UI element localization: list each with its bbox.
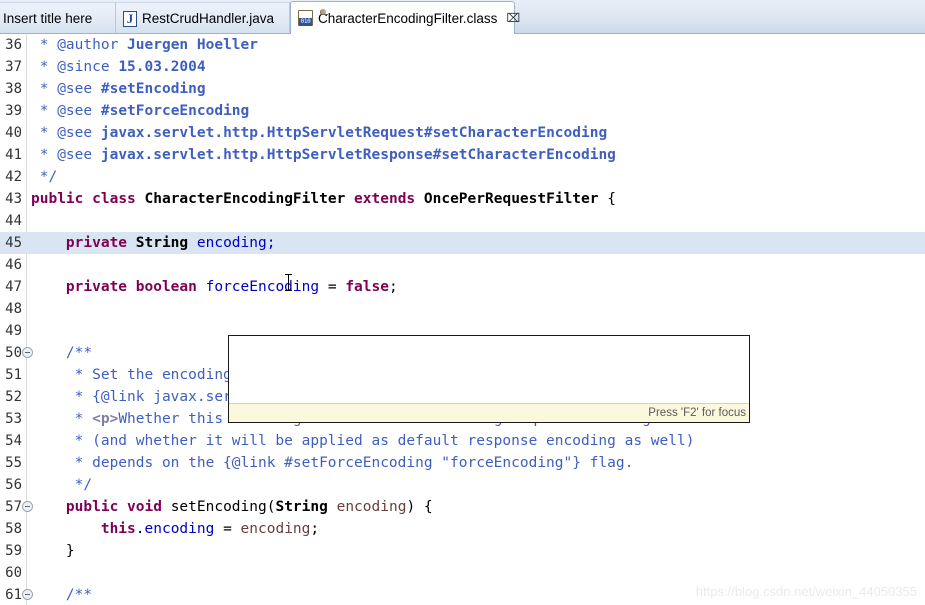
editor-tab-2[interactable]: 010 CharacterEncodingFilter.class ⌧ [290,1,520,34]
code-line-text: * @since 15.03.2004 [31,59,206,75]
line-number: 36 [5,37,22,53]
tab-label: RestCrudHandler.java [142,11,275,26]
eclipse-editor-window: Insert title here RestCrudHandler.java 010… [0,0,925,605]
code-line-text: */ [31,169,58,185]
class-file-icon: 010 [298,9,328,26]
code-line[interactable]: 47 private boolean forceEncoding = false… [0,276,925,298]
line-number: 37 [5,59,22,75]
editor-tab-bar: Insert title here RestCrudHandler.java 010… [0,0,925,34]
code-line[interactable]: 36 * @author Juergen Hoeller [0,34,925,56]
code-editor[interactable]: 36 * @author Juergen Hoeller 37 * @since … [0,34,925,605]
code-line-text: /** [31,587,93,603]
code-line[interactable]: 42 */ [0,166,925,188]
watermark-text: https://blog.csdn.net/weixin_44050355 [695,584,917,599]
code-line-text: * @see javax.servlet.http.HttpServletReq… [31,125,608,141]
code-line[interactable]: 60 [0,562,925,584]
code-line[interactable]: 38 * @see #setEncoding [0,78,925,100]
code-line-text: * @see #setEncoding [31,81,206,97]
code-line-text: * @see #setForceEncoding [31,103,250,119]
line-number: 50 [5,345,22,361]
line-number: 55 [5,455,22,471]
line-number: 54 [5,433,22,449]
code-line[interactable]: 45 private String encoding; [0,232,925,254]
close-icon[interactable]: ⌧ [506,12,520,24]
editor-tab-1[interactable]: RestCrudHandler.java [116,2,290,34]
line-number: 43 [5,191,22,207]
line-number: 60 [5,565,22,581]
line-number: 39 [5,103,22,119]
code-line-text: this.encoding = encoding; [100,521,320,537]
code-line-text: */ [31,477,93,493]
code-line-text: public void setEncoding(String encoding)… [65,499,433,515]
code-line[interactable]: 54 * (and whether it will be applied as … [0,430,925,452]
line-number: 42 [5,169,22,185]
code-line-text: } [31,543,75,559]
code-line-text: private String encoding; [65,235,276,251]
line-number: 47 [5,279,22,295]
tooltip-footer: Press 'F2' for focus [229,403,749,422]
code-line[interactable]: 43 public class CharacterEncodingFilter e… [0,188,925,210]
code-line-text: public class CharacterEncodingFilter ext… [31,191,616,207]
line-number: 41 [5,147,22,163]
line-number: 61 [5,587,22,603]
line-number: 52 [5,389,22,405]
line-number: 59 [5,543,22,559]
line-number: 57 [5,499,22,515]
code-line[interactable]: 44 [0,210,925,232]
line-number: 46 [5,257,22,273]
code-line[interactable]: 48 [0,298,925,320]
line-number: 58 [5,521,22,537]
code-line[interactable]: 39 * @see #setForceEncoding [0,100,925,122]
code-line[interactable]: 56 */ [0,474,925,496]
line-number: 44 [5,213,22,229]
code-line[interactable]: 58 this.encoding = encoding; [0,518,925,540]
code-line-text: * @see javax.servlet.http.HttpServletRes… [31,147,616,163]
code-line[interactable]: 41 * @see javax.servlet.http.HttpServlet… [0,144,925,166]
line-number: 49 [5,323,22,339]
line-number: 51 [5,367,22,383]
code-line[interactable]: 55 * depends on the {@link #setForceEnco… [0,452,925,474]
code-line-text: /** [31,345,93,361]
code-line-text: * @author Juergen Hoeller [31,37,258,53]
line-number: 45 [5,235,22,251]
hover-tooltip-popup[interactable]: Press 'F2' for focus [228,335,750,423]
code-line-text: private boolean forceEncoding = false; [65,279,398,295]
tab-label: CharacterEncodingFilter.class [318,10,498,26]
java-file-icon [123,10,137,27]
line-number: 38 [5,81,22,97]
code-line[interactable]: 40 * @see javax.servlet.http.HttpServlet… [0,122,925,144]
code-lines-container[interactable]: 36 * @author Juergen Hoeller 37 * @since … [0,34,925,605]
ibeam-text-cursor [285,274,292,291]
line-number: 56 [5,477,22,493]
code-line[interactable]: 59 } [0,540,925,562]
code-line[interactable]: 37 * @since 15.03.2004 [0,56,925,78]
line-number: 48 [5,301,22,317]
tab-label: Insert title here [3,11,93,26]
line-number: 40 [5,125,22,141]
editor-tab-0[interactable]: Insert title here [0,2,116,34]
code-line-text: * depends on the {@link #setForceEncodin… [31,455,634,471]
code-line-text: * (and whether it will be applied as def… [31,433,695,449]
code-line[interactable]: 57 public void setEncoding(String encodi… [0,496,925,518]
tooltip-focus-hint: Press 'F2' for focus [648,407,746,419]
line-number: 53 [5,411,22,427]
code-line[interactable]: 46 [0,254,925,276]
